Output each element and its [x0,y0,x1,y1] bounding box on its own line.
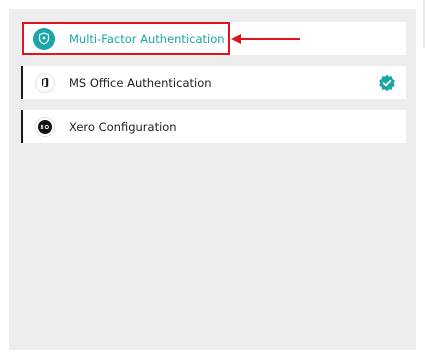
integrations-panel [9,9,416,350]
verified-badge-icon [378,74,396,92]
xero-logo-mark [38,119,52,134]
shield-icon [33,27,55,50]
integration-item-multi-factor-authentication[interactable]: Multi-Factor Authentication [21,22,406,55]
integration-item-label: MS Office Authentication [69,75,212,90]
integration-item-label: Multi-Factor Authentication [69,31,225,46]
integration-item-xero-configuration[interactable]: Xero Configuration [21,110,406,143]
integration-item-ms-office-authentication[interactable]: MS Office Authentication [21,66,406,99]
integration-item-label: Xero Configuration [69,119,177,134]
ms-office-icon [35,72,55,93]
xero-icon [35,116,55,137]
